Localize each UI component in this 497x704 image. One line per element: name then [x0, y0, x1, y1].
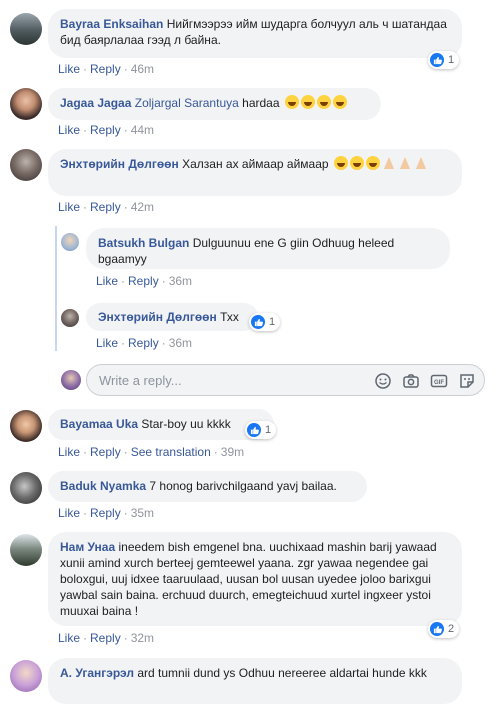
reply-composer[interactable]: GIF [86, 364, 485, 396]
comment-actions: Like · Reply · 42m [58, 200, 155, 214]
avatar[interactable] [10, 472, 42, 504]
smiley-icon[interactable] [374, 372, 392, 390]
comment-actions: Like · Reply · 46m [58, 62, 155, 76]
comment-actions: Like · Reply · 35m [58, 506, 155, 520]
avatar[interactable] [10, 410, 42, 442]
like-link[interactable]: Like [58, 62, 80, 76]
avatar[interactable] [61, 309, 79, 327]
comment-author[interactable]: Bayraa Enksaihan [60, 17, 163, 31]
like-link[interactable]: Like [58, 506, 80, 520]
like-link[interactable]: Like [96, 336, 118, 350]
camera-icon[interactable] [402, 372, 420, 390]
avatar[interactable] [10, 534, 42, 566]
comment-author[interactable]: А. Угангэрэл [60, 666, 134, 680]
reply-link[interactable]: Reply [90, 445, 121, 459]
timestamp[interactable]: 42m [131, 200, 154, 214]
like-icon [251, 315, 265, 329]
reaction-count[interactable]: 1 [428, 51, 460, 69]
laughing-emoji-icon [284, 95, 299, 109]
timestamp[interactable]: 35m [131, 506, 154, 520]
comment-bubble: Нам Унаа ineedem bish emgenel bna. uuchi… [48, 532, 462, 626]
gif-icon[interactable]: GIF [430, 372, 448, 390]
praying-hands-icon [382, 156, 396, 170]
reply-link[interactable]: Reply [90, 631, 121, 645]
timestamp[interactable]: 32m [131, 631, 154, 645]
like-icon [430, 622, 444, 636]
reply-link[interactable]: Reply [90, 62, 121, 76]
comment-actions: Like · Reply · 44m [58, 123, 155, 137]
comment-author[interactable]: Энхтөрийн Дөлгөөн [60, 157, 179, 171]
timestamp[interactable]: 36m [169, 336, 192, 350]
reply-input[interactable] [97, 372, 351, 389]
reply-link[interactable]: Reply [90, 200, 121, 214]
reaction-count[interactable]: 1 [249, 313, 281, 331]
praying-hands-icon [414, 156, 428, 170]
reply-text: Тхх [220, 310, 239, 324]
avatar[interactable] [61, 233, 79, 251]
comment-actions: Like · Reply · 32m [58, 631, 155, 645]
laughing-emoji-icon [332, 95, 347, 109]
comment-text: Халзан ах аймаар аймаар [182, 157, 329, 171]
timestamp[interactable]: 36m [169, 274, 192, 288]
reply-actions: Like · Reply · 36m [96, 274, 193, 288]
laughing-emoji-icon [300, 95, 315, 109]
comment-author[interactable]: Jagaa Jagaa [60, 96, 131, 110]
like-icon [430, 53, 444, 67]
like-link[interactable]: Like [96, 274, 118, 288]
reply-link[interactable]: Reply [128, 336, 159, 350]
comment-author[interactable]: Bayamaa Uka [60, 417, 138, 431]
laughing-emoji-icon [333, 156, 348, 170]
comment-text: Star-boy uu kkkk [141, 417, 231, 431]
avatar[interactable] [10, 88, 42, 120]
reaction-count[interactable]: 1 [245, 421, 277, 439]
reply-bubble: Batsukh Bulgan Dulguunuu ene G giin Odhu… [86, 228, 450, 269]
reply-link[interactable]: Reply [90, 506, 121, 520]
comment-text: 7 honog barivchilgaand yavj bailaa. [149, 479, 337, 493]
comment-author[interactable]: Нам Унаа [60, 540, 115, 554]
comment-author[interactable]: Baduk Nyamka [60, 479, 146, 493]
like-link[interactable]: Like [58, 123, 80, 137]
comment-text: hardaa [242, 96, 280, 110]
reply-author[interactable]: Batsukh Bulgan [98, 236, 189, 250]
like-link[interactable]: Like [58, 631, 80, 645]
svg-text:GIF: GIF [434, 380, 444, 386]
like-link[interactable]: Like [58, 200, 80, 214]
comment-bubble: Baduk Nyamka 7 honog barivchilgaand yavj… [48, 471, 367, 502]
comment-text: ineedem bish emgenel bna. uuchixaad mash… [60, 540, 437, 618]
laughing-emoji-icon [365, 156, 380, 170]
tagged-user[interactable]: Zoljargal Sarantuya [135, 96, 239, 110]
comment-bubble: Энхтөрийн Дөлгөөн Халзан ах аймаар аймаа… [48, 149, 462, 196]
comment-bubble: Jagaa Jagaa Zoljargal Sarantuya hardaa [48, 88, 381, 120]
comment-text: ard tumnii dund ys Odhuu nereeree aldart… [137, 666, 427, 680]
reply-link[interactable]: Reply [90, 123, 121, 137]
timestamp[interactable]: 44m [131, 123, 154, 137]
timestamp[interactable]: 39m [221, 445, 244, 459]
reply-bubble: Энхтөрийн Дөлгөөн Тхх [86, 303, 258, 331]
praying-hands-icon [398, 156, 412, 170]
comment-bubble: А. Угангэрэл ard tumnii dund ys Odhuu ne… [48, 658, 462, 704]
laughing-emoji-icon [316, 95, 331, 109]
comment-bubble: Bayraa Enksaihan Нийгмээрээ ийм шударга … [48, 9, 462, 58]
laughing-emoji-icon [349, 156, 364, 170]
timestamp[interactable]: 46m [131, 62, 154, 76]
reply-link[interactable]: Reply [128, 274, 159, 288]
avatar [61, 370, 81, 390]
comment-bubble: Bayamaa Uka Star-boy uu kkkk [48, 409, 274, 440]
reply-actions: Like · Reply · 36m [96, 336, 193, 350]
see-translation-link[interactable]: See translation [131, 445, 211, 459]
reply-thread-line [55, 226, 57, 351]
avatar[interactable] [10, 149, 42, 181]
sticker-icon[interactable] [458, 372, 476, 390]
comment-actions: Like · Reply · See translation · 39m [58, 445, 245, 459]
like-icon [247, 423, 261, 437]
avatar[interactable] [10, 660, 42, 692]
reply-author[interactable]: Энхтөрийн Дөлгөөн [98, 310, 217, 324]
avatar[interactable] [10, 13, 42, 45]
reaction-count[interactable]: 2 [428, 620, 460, 638]
like-link[interactable]: Like [58, 445, 80, 459]
